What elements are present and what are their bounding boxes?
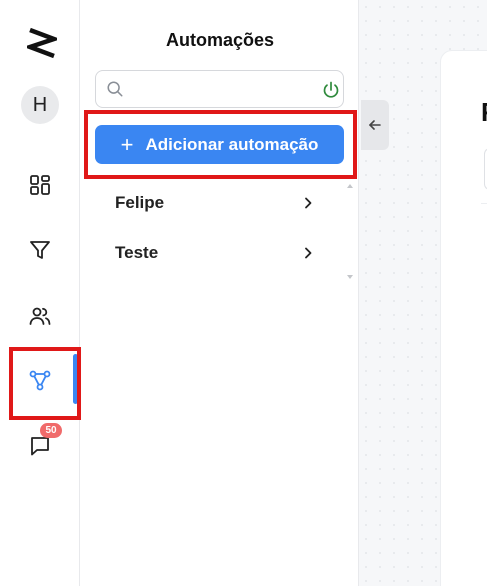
search-box[interactable] <box>95 70 344 108</box>
search-input[interactable] <box>130 79 310 101</box>
power-icon[interactable] <box>321 80 341 100</box>
detail-title: F <box>481 97 487 128</box>
divider <box>481 203 487 204</box>
scroll-up-arrow[interactable] <box>347 184 353 188</box>
detail-card: F <box>440 50 487 586</box>
notification-badge: 50 <box>40 423 62 438</box>
users-icon <box>29 307 51 325</box>
list-item-felipe[interactable]: Felipe <box>115 189 315 217</box>
highlight-box-rail <box>9 347 81 420</box>
panel-title: Automações <box>165 30 275 50</box>
collapse-panel-button[interactable] <box>361 100 389 150</box>
icon-sidebar: H 50 <box>0 0 80 586</box>
automations-panel: Automações + Adicionar automação Felipe … <box>81 0 359 586</box>
list-item-teste[interactable]: Teste <box>115 239 315 267</box>
arrow-left-icon <box>369 120 381 130</box>
avatar[interactable]: H <box>21 86 59 124</box>
sidebar-item-contacts[interactable] <box>26 302 54 330</box>
app-logo[interactable] <box>27 26 57 60</box>
list-item-label: Teste <box>115 243 159 262</box>
sidebar-item-funnel[interactable] <box>26 236 54 264</box>
list-item-label: Felipe <box>115 193 165 212</box>
chevron-right-icon <box>305 197 312 209</box>
search-icon <box>107 81 123 97</box>
chevron-right-icon <box>305 247 312 259</box>
highlight-box-add-button <box>84 110 357 179</box>
dashboard-icon <box>30 175 50 195</box>
scroll-down-arrow[interactable] <box>347 275 353 279</box>
sidebar-item-dashboard[interactable] <box>26 171 54 199</box>
filter-icon <box>30 241 50 259</box>
